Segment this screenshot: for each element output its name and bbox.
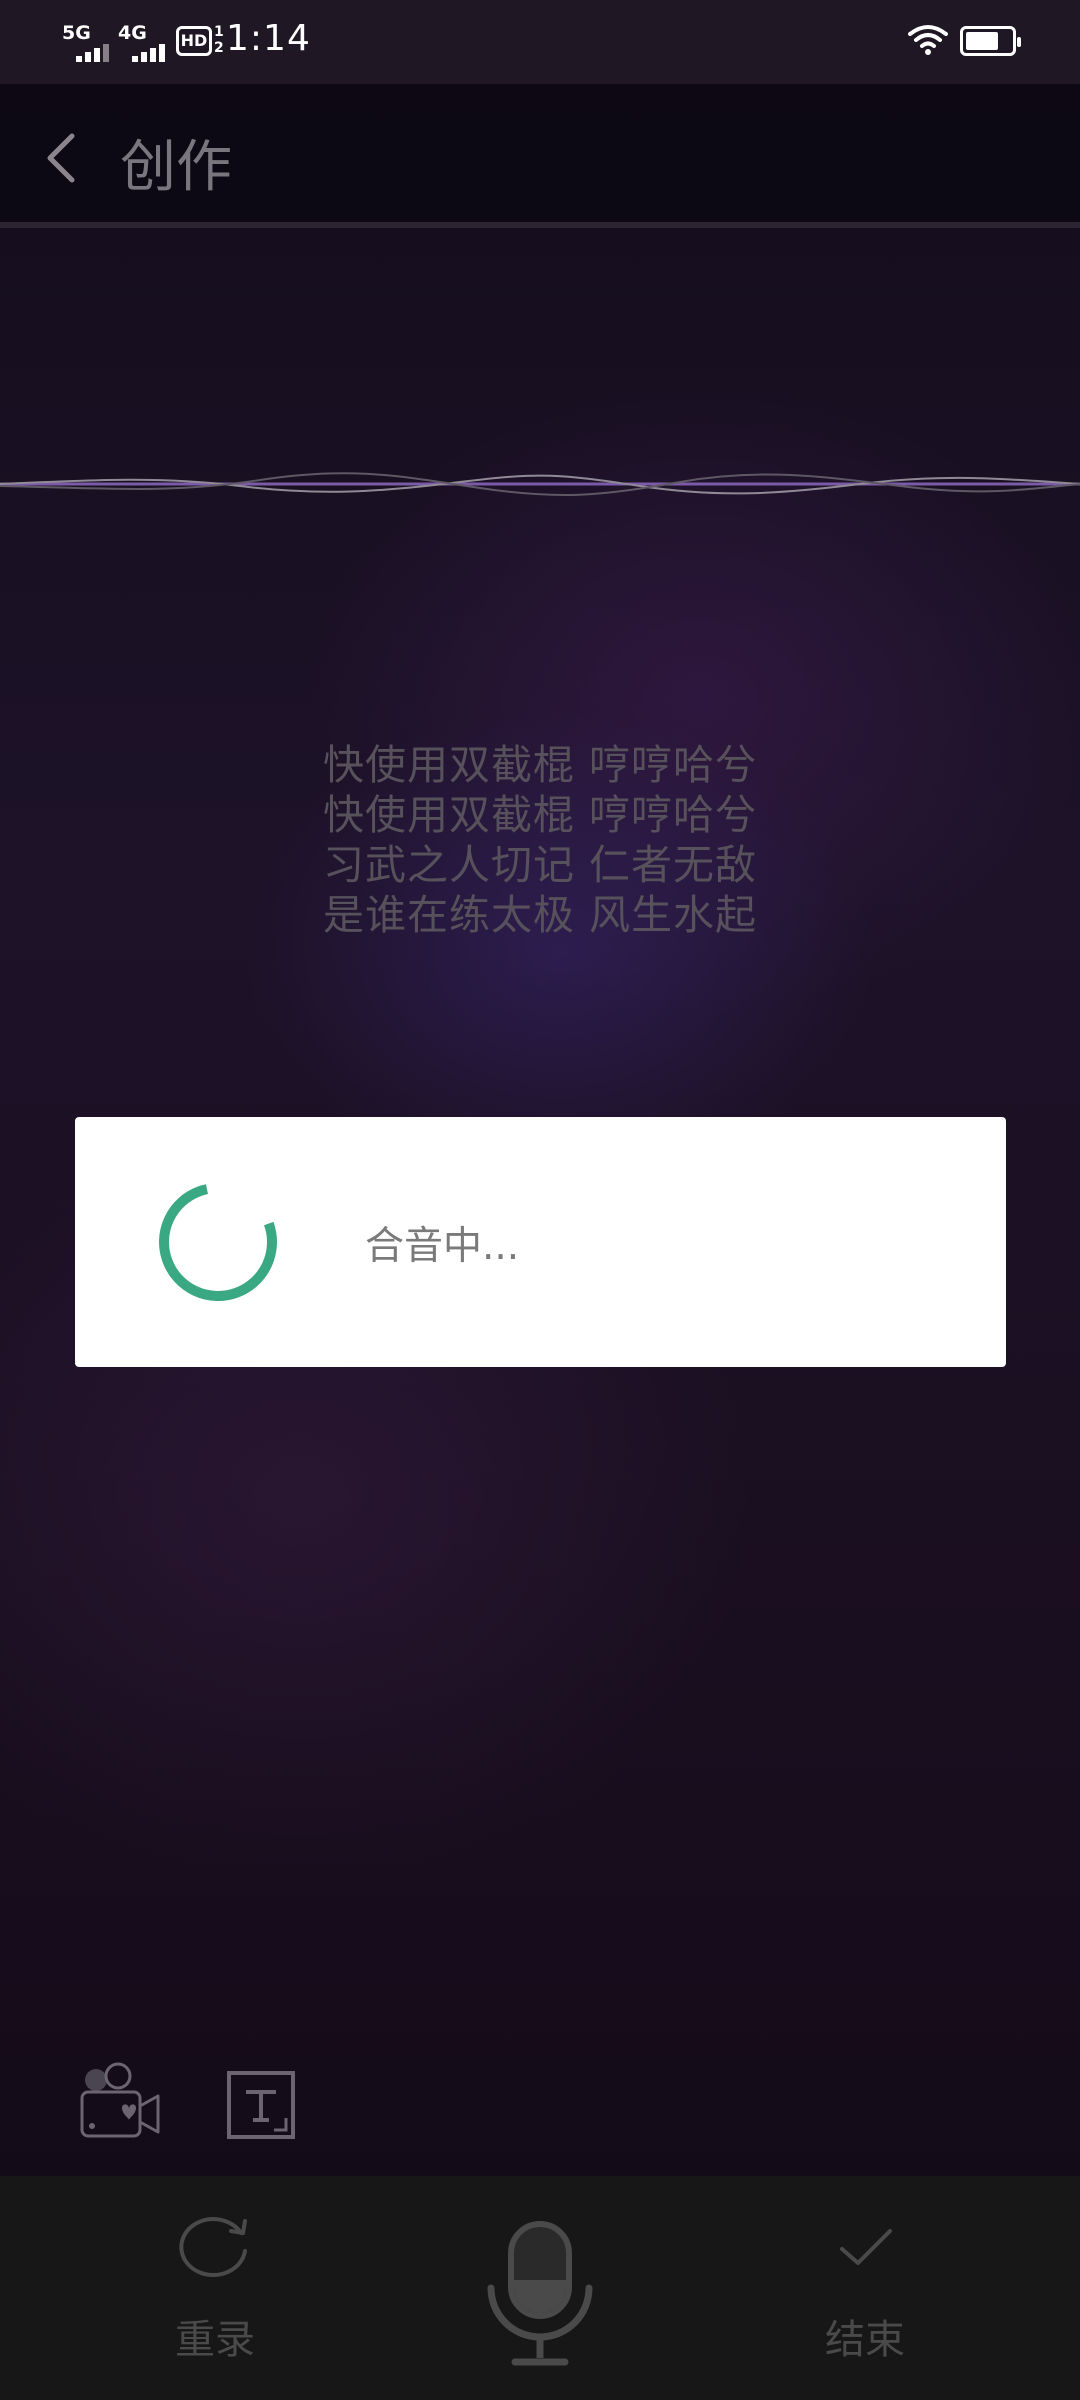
signal-bars-icon bbox=[132, 40, 172, 62]
refresh-icon bbox=[179, 2217, 247, 2278]
video-camera-heart-icon[interactable] bbox=[78, 2062, 164, 2142]
status-bar: 5G 4G HD 1 2 1:14 bbox=[0, 0, 1080, 84]
battery-level-fill bbox=[966, 32, 998, 50]
page-title: 创作 bbox=[120, 135, 232, 200]
checkmark-icon bbox=[840, 2229, 892, 2265]
lyric-line: 是谁在练太极 风生水起 bbox=[322, 891, 758, 939]
lyric-line: 习武之人切记 仁者无敌 bbox=[322, 841, 758, 889]
back-arrow-icon[interactable] bbox=[38, 130, 86, 186]
battery-icon bbox=[960, 26, 1021, 56]
header-bar: 创作 bbox=[0, 84, 1080, 224]
signal-bars-icon bbox=[76, 40, 116, 62]
loading-spinner-icon bbox=[159, 1183, 277, 1301]
hd-voice-badge: HD bbox=[176, 26, 212, 56]
lyric-line: 快使用双截棍 哼哼哈兮 bbox=[322, 741, 758, 789]
bottom-action-bar: 重录 结束 bbox=[0, 2176, 1080, 2400]
status-time: 1:14 bbox=[226, 18, 311, 59]
header-divider bbox=[0, 222, 1080, 228]
finish-label: 结束 bbox=[825, 2317, 905, 2363]
audio-waveform bbox=[0, 472, 1080, 497]
hd-sub-top: 1 bbox=[214, 24, 224, 40]
rerecord-label: 重录 bbox=[175, 2317, 255, 2363]
loading-dialog: 合音中... bbox=[75, 1117, 1006, 1367]
rerecord-button[interactable]: 重录 bbox=[150, 2211, 280, 2371]
lyric-line: 快使用双截棍 哼哼哈兮 bbox=[322, 791, 758, 839]
hd-sim-index: 1 2 bbox=[214, 24, 224, 56]
wifi-icon bbox=[908, 25, 948, 55]
lyrics-panel: 快使用双截棍 哼哼哈兮 快使用双截棍 哼哼哈兮 习武之人切记 仁者无敌 是谁在练… bbox=[0, 740, 1080, 940]
hd-sub-bottom: 2 bbox=[214, 40, 224, 56]
text-frame-icon[interactable] bbox=[226, 2070, 296, 2140]
microphone-icon[interactable] bbox=[485, 2220, 595, 2370]
finish-button[interactable]: 结束 bbox=[800, 2211, 930, 2371]
loading-message: 合音中... bbox=[365, 1224, 520, 1269]
